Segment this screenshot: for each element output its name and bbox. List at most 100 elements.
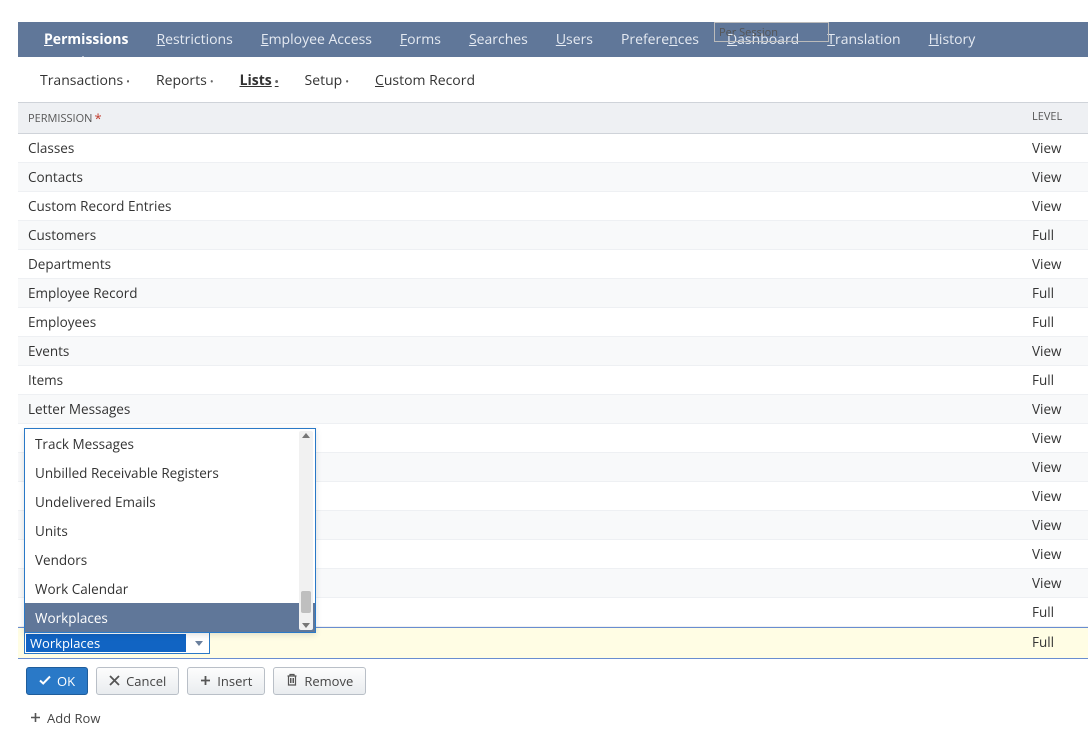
main-tab[interactable]: Users (542, 22, 607, 57)
level-cell: View (1032, 337, 1088, 365)
required-asterisk-icon: * (94, 109, 101, 127)
level-cell: Full (1032, 598, 1088, 626)
sub-tab-label: Setup (305, 71, 343, 90)
level-cell: View (1032, 134, 1088, 162)
scroll-down-icon (302, 623, 310, 628)
close-icon (109, 672, 120, 690)
main-tab[interactable]: Searches (455, 22, 542, 57)
cancel-label: Cancel (126, 672, 166, 690)
subtab-row: Transactions •Reports •Lists •Setup •Cus… (18, 57, 1088, 102)
combobox-toggle[interactable] (187, 633, 209, 653)
add-row-label: Add Row (47, 709, 100, 727)
permission-cell: Classes (18, 134, 1032, 162)
sub-tab[interactable]: Transactions • (32, 69, 138, 92)
table-row[interactable]: EmployeesFull (18, 308, 1088, 337)
insert-button[interactable]: Insert (187, 667, 265, 695)
per-session-value: Per Session (719, 25, 778, 40)
dropdown-option[interactable]: Vendors (25, 545, 315, 574)
scroll-thumb[interactable] (301, 591, 311, 613)
ok-button[interactable]: OK (26, 667, 88, 695)
remove-label: Remove (304, 672, 353, 690)
table-row[interactable]: ItemsFull (18, 366, 1088, 395)
level-cell: View (1032, 192, 1088, 220)
sub-tab[interactable]: Custom Record (367, 69, 483, 92)
level-cell: View (1032, 511, 1088, 539)
dropdown-option[interactable]: Units (25, 516, 315, 545)
level-cell: View (1032, 540, 1088, 568)
level-cell: Full (1032, 366, 1088, 394)
chevron-down-icon (195, 641, 203, 646)
table-header: PERMISSION * LEVEL (18, 102, 1088, 134)
menu-indicator-icon: • (126, 74, 130, 88)
permission-cell: Custom Record Entries (18, 192, 1032, 220)
check-icon (39, 672, 51, 690)
col-level-label: LEVEL (1032, 109, 1062, 124)
sub-tab-label: Transactions (40, 71, 123, 90)
main-tab[interactable]: Preferences (607, 22, 713, 57)
dropdown-option[interactable]: Track Messages (25, 429, 315, 458)
permission-dropdown-panel: Track MessagesUnbilled Receivable Regist… (24, 428, 316, 633)
level-cell: View (1032, 453, 1088, 481)
permission-combobox-value: Workplaces (26, 634, 186, 652)
table-row[interactable]: CustomersFull (18, 221, 1088, 250)
table-row[interactable]: ContactsView (18, 163, 1088, 192)
dropdown-option[interactable]: Unbilled Receivable Registers (25, 458, 315, 487)
main-tab[interactable]: Employee Access (247, 22, 386, 57)
sub-tab-label: Reports (156, 71, 207, 90)
table-row[interactable]: Letter MessagesView (18, 395, 1088, 424)
row-action-buttons: OK Cancel Insert Remove (18, 659, 1088, 703)
dropdown-option[interactable]: Undelivered Emails (25, 487, 315, 516)
scroll-up-icon (302, 433, 310, 438)
main-tabbar: PermissionsRestrictionsEmployee AccessFo… (18, 22, 1088, 57)
dropdown-option[interactable]: Workplaces (25, 603, 315, 632)
remove-button[interactable]: Remove (273, 667, 366, 695)
sub-tab[interactable]: Lists • (232, 69, 287, 92)
level-cell: View (1032, 569, 1088, 597)
dropdown-scrollbar[interactable] (299, 431, 313, 630)
editing-level[interactable]: Full (1032, 628, 1088, 658)
level-cell: Full (1032, 308, 1088, 336)
permission-cell: Employees (18, 308, 1032, 336)
level-cell: Full (1032, 221, 1088, 249)
plus-icon (30, 709, 41, 727)
per-session-select[interactable]: Per Session (714, 22, 829, 42)
dropdown-option[interactable]: Work Calendar (25, 574, 315, 603)
permission-cell: Employee Record (18, 279, 1032, 307)
ok-label: OK (57, 672, 75, 690)
insert-label: Insert (217, 672, 252, 690)
sub-tab-label: Custom Record (375, 71, 475, 90)
level-cell: Full (1032, 279, 1088, 307)
level-cell: View (1032, 395, 1088, 423)
table-row[interactable]: Employee RecordFull (18, 279, 1088, 308)
permission-cell: Letter Messages (18, 395, 1032, 423)
table-row[interactable]: DepartmentsView (18, 250, 1088, 279)
menu-indicator-icon: • (345, 74, 349, 88)
table-row[interactable]: ClassesView (18, 134, 1088, 163)
plus-icon (200, 672, 211, 690)
main-tab[interactable]: History (915, 22, 990, 57)
level-cell: View (1032, 424, 1088, 452)
editing-row[interactable]: Track MessagesUnbilled Receivable Regist… (18, 627, 1088, 659)
sub-tab[interactable]: Reports • (148, 69, 222, 92)
sub-tab-label: Lists (240, 71, 272, 90)
main-tab[interactable]: Forms (386, 22, 455, 57)
menu-indicator-icon: • (275, 74, 279, 88)
permission-cell: Contacts (18, 163, 1032, 191)
level-cell: View (1032, 482, 1088, 510)
permission-cell: Customers (18, 221, 1032, 249)
trash-icon (286, 672, 298, 690)
col-permission-label: PERMISSION (28, 111, 92, 126)
active-tab-caret-icon (76, 56, 90, 63)
sub-tab[interactable]: Setup • (297, 69, 357, 92)
permission-combobox[interactable]: Workplaces (24, 632, 210, 654)
permission-cell: Departments (18, 250, 1032, 278)
add-row-link[interactable]: Add Row (18, 703, 1088, 741)
main-tab[interactable]: Restrictions (142, 22, 246, 57)
level-cell: View (1032, 250, 1088, 278)
main-tab[interactable]: Permissions (30, 22, 142, 57)
menu-indicator-icon: • (210, 74, 214, 88)
table-row[interactable]: Custom Record EntriesView (18, 192, 1088, 221)
level-cell: View (1032, 163, 1088, 191)
table-row[interactable]: EventsView (18, 337, 1088, 366)
cancel-button[interactable]: Cancel (96, 667, 179, 695)
